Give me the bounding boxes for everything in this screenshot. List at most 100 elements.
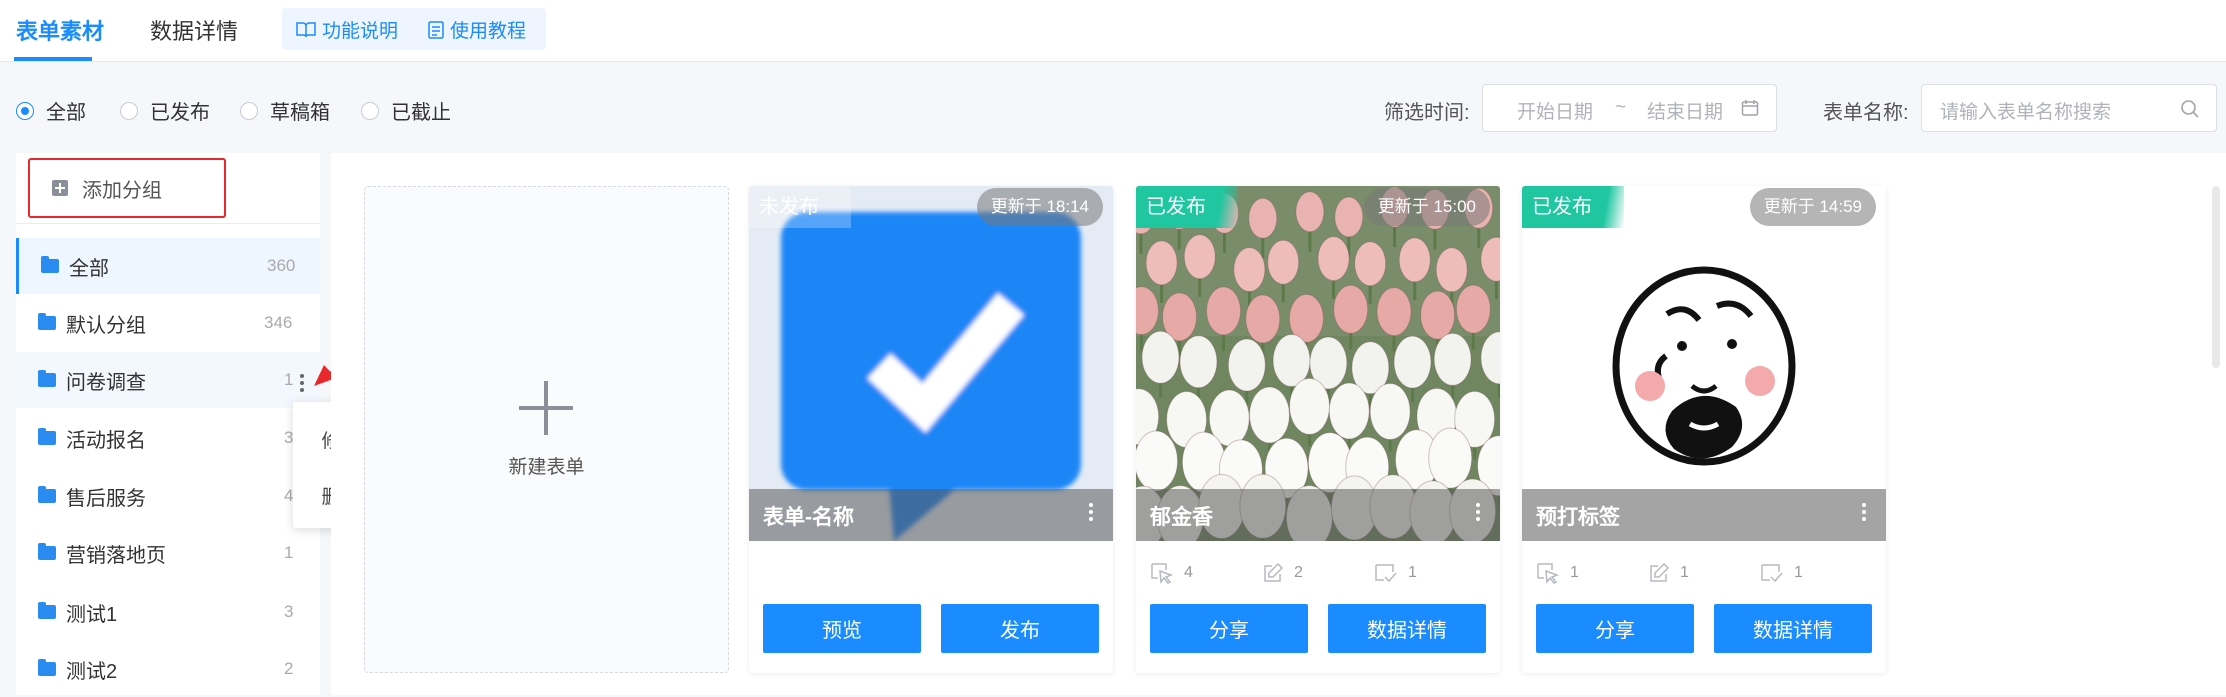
views-count: 1 — [1570, 564, 1579, 581]
folder-icon — [38, 543, 56, 560]
card-title-bar: 预打标签 — [1522, 489, 1886, 541]
data-details-button[interactable]: 数据详情 — [1328, 604, 1486, 653]
tab-data-details[interactable]: 数据详情 — [150, 14, 238, 46]
views-stat: 1 — [1536, 562, 1579, 584]
sidebar-item-all[interactable]: 全部 360 — [16, 238, 320, 294]
folder-icon — [41, 256, 59, 273]
radio-icon — [361, 101, 379, 120]
submissions-stat: 1 — [1374, 562, 1417, 584]
form-thumbnail: 已发布 更新于 15:00 郁金香 — [1136, 186, 1500, 541]
tab-form-materials[interactable]: 表单素材 — [16, 14, 104, 46]
cartoon-face-icon — [1522, 186, 1886, 541]
filter-all-label: 全部 — [46, 102, 86, 124]
cursor-click-icon — [1151, 563, 1174, 584]
folder-icon — [38, 370, 56, 387]
folder-icon — [38, 428, 56, 445]
edits-count: 2 — [1294, 564, 1303, 581]
edit-icon — [1650, 562, 1670, 582]
card-title: 表单-名称 — [763, 506, 854, 529]
filter-drafts-label: 草稿箱 — [270, 102, 330, 124]
edits-count: 1 — [1680, 564, 1689, 581]
folder-icon — [38, 659, 56, 676]
filter-all-radio[interactable]: 全部 — [16, 96, 86, 125]
filter-drafts-radio[interactable]: 草稿箱 — [240, 96, 330, 125]
group-label: 问卷调查 — [66, 371, 146, 394]
document-icon — [428, 20, 444, 39]
filter-closed-radio[interactable]: 已截止 — [361, 96, 451, 125]
views-stat: 4 — [1150, 562, 1193, 584]
help-links: 功能说明 使用教程 — [282, 8, 546, 50]
active-tab-indicator — [14, 57, 92, 61]
date-range-picker[interactable]: 开始日期 ~ 结束日期 — [1482, 84, 1777, 132]
card-more-icon[interactable] — [1862, 503, 1866, 524]
card-stats: 4 2 1 — [1150, 562, 1490, 592]
folder-icon — [38, 602, 56, 619]
publish-button[interactable]: 发布 — [941, 604, 1099, 653]
checkmark-message-icon — [749, 186, 1113, 541]
group-count: 2 — [284, 659, 294, 678]
radio-icon — [120, 101, 138, 120]
feature-description-link[interactable]: 功能说明 — [296, 16, 398, 43]
group-count: 3 — [284, 602, 294, 621]
submissions-stat: 1 — [1760, 562, 1803, 584]
form-card[interactable]: 已发布 更新于 15:00 郁金香 4 2 1 分享 数据详情 — [1136, 186, 1500, 673]
folder-icon — [38, 486, 56, 503]
feature-description-label: 功能说明 — [322, 21, 399, 42]
card-title: 郁金香 — [1150, 506, 1213, 529]
edits-stat: 2 — [1262, 562, 1303, 584]
card-more-icon[interactable] — [1089, 503, 1093, 524]
tutorial-link[interactable]: 使用教程 — [428, 16, 526, 43]
group-count: 346 — [264, 313, 293, 332]
share-button[interactable]: 分享 — [1536, 604, 1694, 653]
cursor-click-icon — [1537, 563, 1560, 584]
views-count: 4 — [1184, 564, 1193, 581]
edit-icon — [1264, 562, 1284, 582]
add-group-button[interactable]: 添加分组 — [28, 158, 226, 218]
sidebar-item-marketing[interactable]: 营销落地页 1 — [16, 525, 320, 581]
data-details-button[interactable]: 数据详情 — [1714, 604, 1872, 653]
group-count: 360 — [267, 256, 296, 275]
radio-checked-icon — [16, 101, 34, 120]
share-button[interactable]: 分享 — [1150, 604, 1308, 653]
sidebar-item-event[interactable]: 活动报名 3 — [16, 410, 320, 466]
status-badge: 已发布 — [1136, 186, 1238, 228]
card-more-icon[interactable] — [1476, 503, 1480, 524]
group-count: 1 — [284, 370, 294, 389]
calendar-icon — [1741, 100, 1759, 116]
folder-icon — [38, 313, 56, 330]
filter-published-label: 已发布 — [150, 102, 210, 124]
sidebar-item-test2[interactable]: 测试2 2 — [16, 641, 320, 697]
card-stats: 1 1 1 — [1536, 562, 1876, 592]
preview-button[interactable]: 预览 — [763, 604, 921, 653]
group-label: 售后服务 — [66, 487, 146, 510]
filter-time-label: 筛选时间: — [1384, 102, 1470, 124]
radio-icon — [240, 101, 258, 120]
card-title: 预打标签 — [1536, 506, 1620, 529]
edits-stat: 1 — [1648, 562, 1689, 584]
form-name-search-input[interactable]: 请输入表单名称搜索 — [1921, 84, 2217, 132]
sidebar-item-test1[interactable]: 测试1 3 — [16, 584, 320, 640]
form-card[interactable]: 已发布 更新于 14:59 预打标签 1 1 1 分享 数据详情 — [1522, 186, 1886, 673]
sidebar-item-aftersales[interactable]: 售后服务 4 — [16, 468, 320, 524]
filter-published-radio[interactable]: 已发布 — [120, 96, 210, 125]
group-label: 活动报名 — [66, 429, 146, 452]
form-card[interactable]: 未发布 更新于 18:14 表单-名称 预览 发布 — [749, 186, 1113, 673]
add-group-label: 添加分组 — [82, 179, 162, 202]
date-separator: ~ — [1615, 97, 1627, 118]
end-date-placeholder: 结束日期 — [1647, 102, 1724, 123]
group-label: 默认分组 — [66, 314, 146, 337]
card-title-bar: 郁金香 — [1136, 489, 1500, 541]
submit-check-icon — [1375, 564, 1397, 583]
sidebar-item-default[interactable]: 默认分组 346 — [16, 295, 320, 351]
vertical-scrollbar[interactable] — [2212, 186, 2220, 368]
search-icon — [2181, 100, 2199, 118]
book-icon — [296, 21, 316, 37]
group-count: 1 — [284, 543, 294, 562]
form-name-label: 表单名称: — [1823, 102, 1909, 124]
updated-time-badge: 更新于 15:00 — [1363, 188, 1490, 226]
sidebar-item-survey[interactable]: 问卷调查 1 — [16, 352, 320, 408]
sidebar-divider — [16, 223, 320, 224]
filter-closed-label: 已截止 — [391, 102, 451, 124]
group-more-icon[interactable] — [300, 374, 304, 395]
tutorial-label: 使用教程 — [450, 21, 527, 42]
